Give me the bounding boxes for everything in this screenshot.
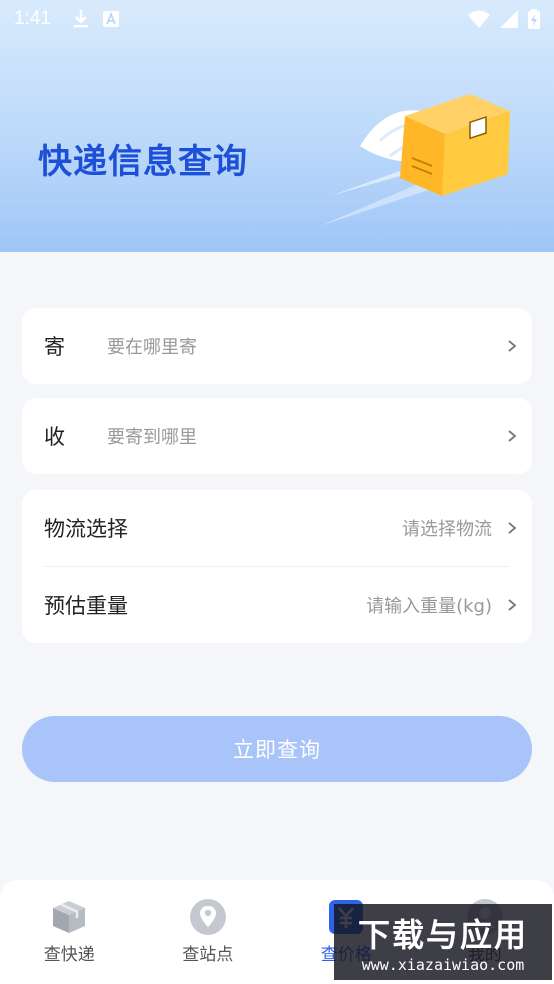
tab-track-package[interactable]: 查快递 <box>0 880 139 984</box>
options-card: 物流选择 请选择物流 预估重量 请输入重量(kg) <box>22 490 532 643</box>
package-icon <box>53 901 86 933</box>
receive-label: 收 <box>44 425 65 449</box>
logistics-label: 物流选择 <box>44 517 128 541</box>
query-button[interactable]: 立即查询 <box>22 716 532 782</box>
keyboard-a-icon <box>102 11 119 27</box>
logistics-select-row[interactable]: 物流选择 请选择物流 <box>22 490 532 566</box>
chevron-right-icon <box>508 340 517 352</box>
send-from-card[interactable]: 寄 要在哪里寄 <box>22 308 532 384</box>
send-from-placeholder: 要在哪里寄 <box>107 337 197 358</box>
tab-label: 查快递 <box>43 945 95 965</box>
battery-icon <box>528 9 540 29</box>
wifi-icon <box>468 10 490 28</box>
download-icon <box>73 10 88 28</box>
watermark-logo: 下载与应用 www.xiazaiwiao.com <box>334 904 552 980</box>
weight-label: 预估重量 <box>44 594 128 618</box>
watermark-url: www.xiazaiwiao.com <box>361 956 525 974</box>
tab-find-station[interactable]: 查站点 <box>139 880 278 984</box>
watermark-text: 下载与应用 <box>357 916 528 954</box>
location-pin-icon <box>189 899 226 935</box>
send-to-row[interactable]: 收 要寄到哪里 <box>22 398 532 474</box>
weight-input-row[interactable]: 预估重量 请输入重量(kg) <box>22 567 532 643</box>
signal-icon <box>500 10 518 28</box>
chevron-right-icon <box>508 522 517 534</box>
tab-label: 查站点 <box>182 945 234 965</box>
flying-package-illustration <box>320 94 510 226</box>
hero-banner: 1:41 快递信息查询 <box>0 0 554 252</box>
weight-value: 请输入重量(kg) <box>366 596 492 617</box>
page-title: 快递信息查询 <box>38 142 248 182</box>
send-label: 寄 <box>44 335 65 359</box>
chevron-right-icon <box>508 430 517 442</box>
status-time: 1:41 <box>14 8 51 29</box>
logistics-value: 请选择物流 <box>402 519 492 540</box>
chevron-right-icon <box>508 599 517 611</box>
send-to-card[interactable]: 收 要寄到哪里 <box>22 398 532 474</box>
send-from-row[interactable]: 寄 要在哪里寄 <box>22 308 532 384</box>
send-to-placeholder: 要寄到哪里 <box>107 427 197 448</box>
status-bar: 1:41 <box>0 0 554 38</box>
